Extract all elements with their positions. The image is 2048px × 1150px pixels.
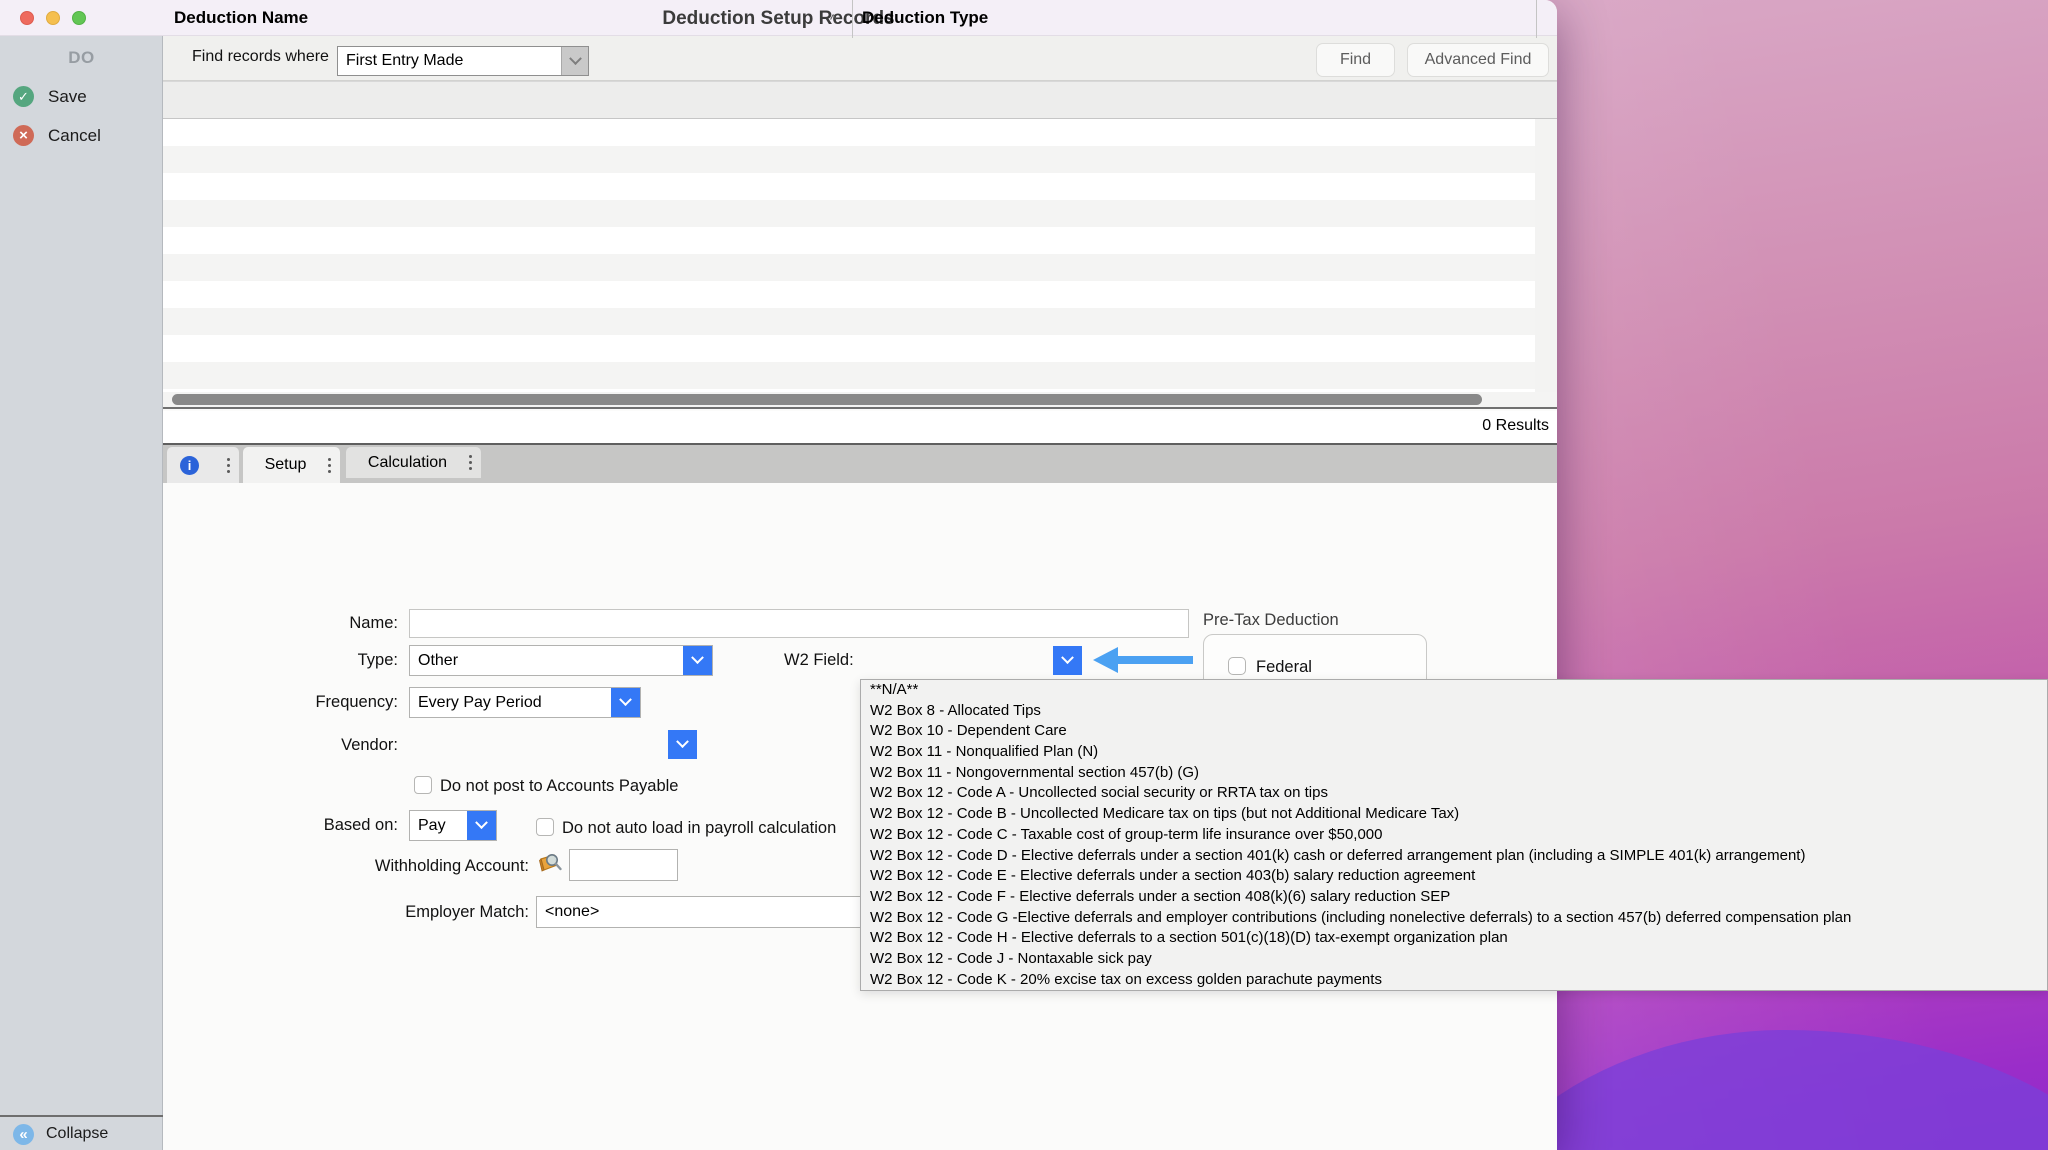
name-label: Name: — [148, 613, 398, 633]
frequency-value: Every Pay Period — [410, 694, 542, 712]
do-not-autoload-label: Do not auto load in payroll calculation — [562, 818, 836, 838]
tab-calculation-label: Calculation — [346, 454, 469, 472]
tab-setup-label: Setup — [243, 456, 328, 474]
frequency-dropdown[interactable]: Every Pay Period — [409, 687, 641, 718]
vendor-dropdown-button[interactable] — [668, 730, 697, 759]
chevron-down-icon — [1061, 651, 1074, 664]
find-field-dropdown[interactable]: First Entry Made — [337, 46, 589, 76]
vertical-scrollbar-track[interactable] — [1535, 119, 1557, 392]
dropdown-button[interactable] — [467, 811, 496, 840]
withholding-account-label: Withholding Account: — [279, 856, 529, 876]
chevron-down-icon — [569, 52, 582, 65]
tab-handle-dots-icon — [227, 458, 230, 473]
collapse-chevron-icon: « — [13, 1124, 34, 1145]
sidebar — [0, 36, 163, 1150]
federal-checkbox[interactable] — [1228, 657, 1246, 675]
save-check-icon: ✓ — [13, 86, 34, 107]
horizontal-scrollbar-track[interactable] — [163, 392, 1557, 409]
cancel-button[interactable]: Cancel — [48, 126, 101, 146]
w2-field-option[interactable]: W2 Box 11 - Nonqualified Plan (N) — [861, 742, 2047, 763]
column-header-deduction-name[interactable]: Deduction Name — [174, 8, 308, 28]
dropdown-button[interactable] — [683, 646, 712, 675]
w2-field-option[interactable]: W2 Box 12 - Code H - Elective deferrals … — [861, 928, 2047, 949]
pretax-deduction-label: Pre-Tax Deduction — [1203, 610, 1339, 630]
tab-info[interactable]: i — [167, 447, 239, 483]
based-on-label: Based on: — [148, 815, 398, 835]
tab-setup[interactable]: Setup — [243, 447, 340, 483]
w2-field-option[interactable]: W2 Box 11 - Nongovernmental section 457(… — [861, 763, 2047, 784]
sort-ascending-icon[interactable]: ^ — [830, 11, 837, 27]
find-field-value: First Entry Made — [338, 52, 463, 70]
cancel-x-icon: × — [13, 125, 34, 146]
column-divider[interactable] — [852, 0, 853, 38]
w2-field-option[interactable]: W2 Box 12 - Code A - Uncollected social … — [861, 783, 2047, 804]
tab-calculation[interactable]: Calculation — [346, 447, 481, 478]
name-input[interactable] — [409, 609, 1189, 638]
w2-field-option[interactable]: W2 Box 12 - Code C - Taxable cost of gro… — [861, 825, 2047, 846]
w2-field-dropdown-list: **N/A**W2 Box 8 - Allocated TipsW2 Box 1… — [860, 679, 2048, 991]
chevron-down-icon — [691, 651, 704, 664]
do-not-autoload-checkbox[interactable] — [536, 818, 554, 836]
type-value: Other — [410, 652, 458, 670]
frequency-label: Frequency: — [148, 692, 398, 712]
do-not-post-ap-label: Do not post to Accounts Payable — [440, 776, 679, 796]
w2-field-option[interactable]: W2 Box 8 - Allocated Tips — [861, 701, 2047, 722]
desktop: Deduction Setup Records DO ✓ Save × Canc… — [0, 0, 2048, 1150]
withholding-account-input[interactable] — [569, 849, 678, 881]
advanced-find-button[interactable]: Advanced Find — [1407, 43, 1549, 77]
w2-field-option[interactable]: **N/A** — [861, 680, 2047, 701]
column-header-deduction-type[interactable]: Deduction Type — [862, 8, 988, 28]
chevron-down-icon — [676, 735, 689, 748]
employer-match-label: Employer Match: — [279, 902, 529, 922]
annotation-arrow-left-icon — [1093, 646, 1193, 673]
w2-field-label: W2 Field: — [784, 650, 854, 670]
w2-field-option[interactable]: W2 Box 12 - Code B - Uncollected Medicar… — [861, 804, 2047, 825]
employer-match-value: <none> — [537, 903, 599, 921]
tab-handle-dots-icon — [328, 458, 331, 473]
table-header — [163, 81, 1557, 119]
w2-field-option[interactable]: W2 Box 12 - Code F - Elective deferrals … — [861, 887, 2047, 908]
w2-field-dropdown-button[interactable] — [1053, 646, 1082, 675]
dropdown-button[interactable] — [561, 47, 588, 75]
column-divider — [1536, 0, 1537, 38]
based-on-dropdown[interactable]: Pay — [409, 810, 497, 841]
do-not-post-ap-checkbox[interactable] — [414, 776, 432, 794]
chevron-down-icon — [619, 693, 632, 706]
w2-field-option[interactable]: W2 Box 12 - Code J - Nontaxable sick pay — [861, 949, 2047, 970]
sidebar-section-header: DO — [0, 48, 163, 68]
w2-field-option[interactable]: W2 Box 10 - Dependent Care — [861, 721, 2047, 742]
find-records-where-label: Find records where — [192, 48, 329, 66]
w2-field-option[interactable]: W2 Box 12 - Code E - Elective deferrals … — [861, 866, 2047, 887]
dropdown-button[interactable] — [611, 688, 640, 717]
find-button[interactable]: Find — [1316, 43, 1395, 77]
save-button[interactable]: Save — [48, 87, 87, 107]
federal-label: Federal — [1256, 657, 1312, 677]
type-label: Type: — [148, 650, 398, 670]
results-count: 0 Results — [1482, 417, 1549, 435]
w2-field-option[interactable]: W2 Box 12 - Code G -Elective deferrals a… — [861, 908, 2047, 929]
records-table-body[interactable] — [163, 119, 1557, 392]
info-icon: i — [180, 456, 199, 475]
w2-field-option[interactable]: W2 Box 12 - Code D - Elective deferrals … — [861, 846, 2047, 867]
account-lookup-icon[interactable] — [538, 851, 564, 875]
chevron-down-icon — [475, 816, 488, 829]
horizontal-scrollbar-thumb[interactable] — [172, 394, 1482, 405]
vendor-label: Vendor: — [148, 735, 398, 755]
type-dropdown[interactable]: Other — [409, 645, 713, 676]
based-on-value: Pay — [410, 817, 446, 835]
results-bar: 0 Results — [163, 411, 1557, 443]
collapse-button[interactable]: Collapse — [46, 1125, 108, 1143]
tab-handle-dots-icon — [469, 455, 472, 470]
sidebar-divider — [0, 1115, 163, 1117]
w2-field-option[interactable]: W2 Box 12 - Code K - 20% excise tax on e… — [861, 970, 2047, 991]
